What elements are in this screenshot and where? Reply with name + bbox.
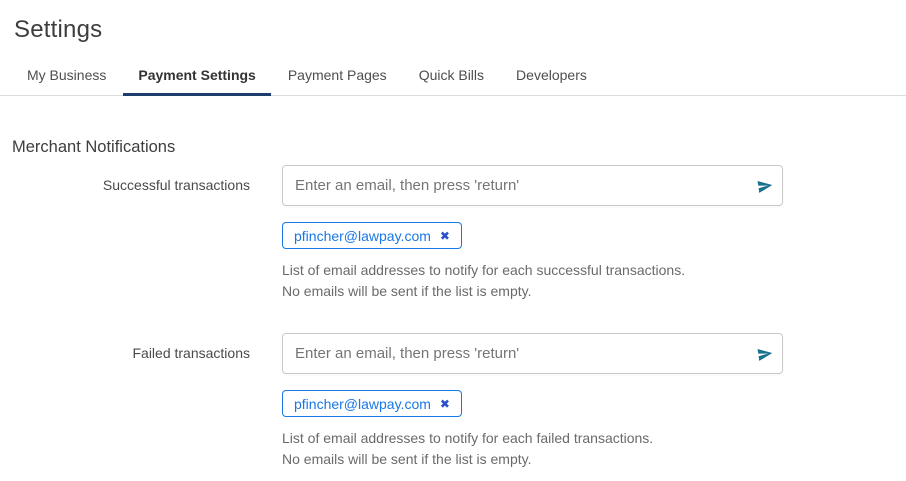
email-chip: pfincher@lawpay.com ✖ (282, 390, 462, 417)
failed-transactions-label: Failed transactions (132, 345, 250, 361)
remove-email-icon[interactable]: ✖ (440, 230, 450, 242)
tab-payment-settings[interactable]: Payment Settings (123, 67, 272, 96)
settings-page: Settings My Business Payment Settings Pa… (0, 0, 906, 481)
send-icon[interactable] (756, 176, 774, 194)
tab-payment-pages[interactable]: Payment Pages (273, 67, 402, 95)
successful-transactions-label: Successful transactions (102, 177, 250, 193)
successful-transactions-email-input[interactable] (282, 165, 783, 206)
tab-quick-bills[interactable]: Quick Bills (404, 67, 499, 95)
failed-transactions-input-wrap (282, 333, 783, 374)
helper-text-line2: No emails will be sent if the list is em… (282, 450, 532, 467)
helper-text-line2: No emails will be sent if the list is em… (282, 282, 532, 299)
remove-email-icon[interactable]: ✖ (440, 398, 450, 410)
chip-email-text: pfincher@lawpay.com (294, 227, 431, 244)
chip-email-text: pfincher@lawpay.com (294, 395, 431, 412)
failed-transactions-email-input[interactable] (282, 333, 783, 374)
helper-text-line1: List of email addresses to notify for ea… (282, 262, 686, 278)
tab-my-business[interactable]: My Business (12, 67, 121, 95)
failed-transactions-group: Failed transactions pfincher@lawpay.com … (0, 333, 906, 469)
page-title: Settings (14, 16, 103, 43)
send-icon[interactable] (756, 344, 774, 362)
settings-tabs: My Business Payment Settings Payment Pag… (0, 44, 906, 96)
helper-text-line1: List of email addresses to notify for ea… (282, 430, 654, 446)
successful-transactions-input-wrap (282, 165, 783, 206)
successful-transactions-group: Successful transactions pfincher@lawpay.… (0, 165, 906, 301)
section-title-merchant-notifications: Merchant Notifications (12, 138, 176, 156)
email-chip: pfincher@lawpay.com ✖ (282, 222, 462, 249)
tab-developers[interactable]: Developers (501, 67, 602, 95)
